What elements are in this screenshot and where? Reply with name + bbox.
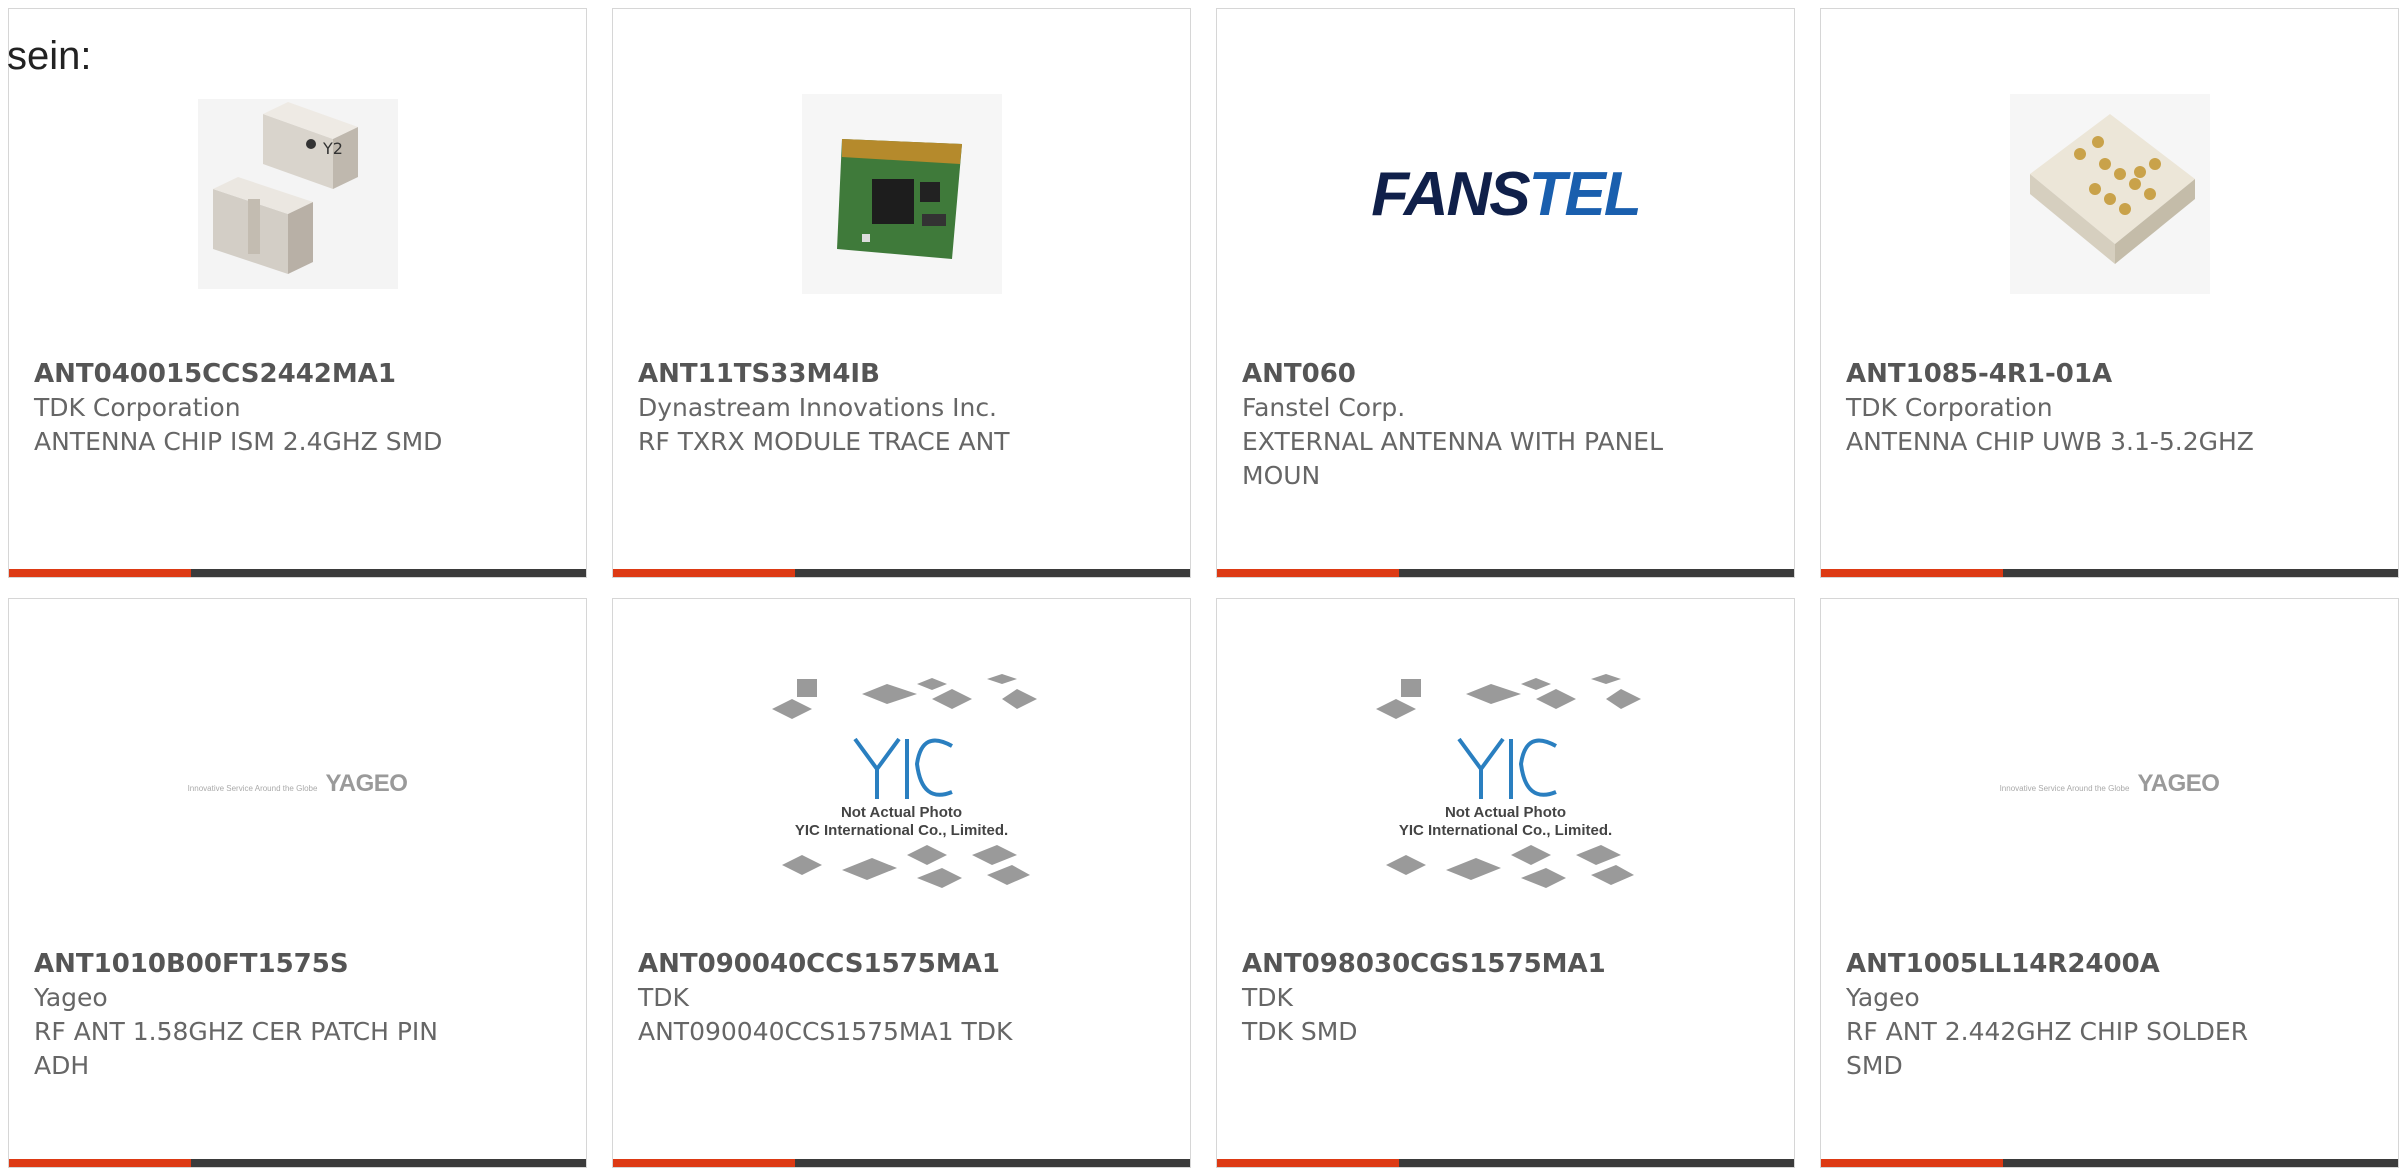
product-card[interactable]: Not Actual Photo YIC International Co., …	[1216, 598, 1795, 1168]
description: RF ANT 1.58GHZ CER PATCH PIN ADH	[34, 1017, 438, 1080]
product-image	[613, 69, 1190, 319]
product-card[interactable]: ANT11TS33M4IB Dynastream Innovations Inc…	[612, 8, 1191, 578]
yic-placeholder-image: Not Actual Photo YIC International Co., …	[767, 673, 1037, 895]
manufacturer: Yageo	[1846, 983, 1920, 1012]
yageo-logo: Innovative Service Around the Globe YAGE…	[1999, 770, 2220, 797]
intro-text: sein:	[7, 34, 92, 78]
yageo-logo: Innovative Service Around the Globe YAGE…	[187, 770, 408, 797]
part-number[interactable]: ANT11TS33M4IB	[638, 357, 1170, 391]
part-number[interactable]: ANT040015CCS2442MA1	[34, 357, 566, 391]
manufacturer: Fanstel Corp.	[1242, 393, 1406, 422]
fanstel-logo: FANSTEL	[1371, 159, 1641, 229]
card-bar	[1217, 1159, 1794, 1167]
card-bar	[1821, 569, 2398, 577]
product-card[interactable]: Innovative Service Around the Globe YAGE…	[1820, 598, 2399, 1168]
product-image: Y2	[9, 69, 586, 319]
manufacturer: Dynastream Innovations Inc.	[638, 393, 998, 422]
yic-placeholder-image: Not Actual Photo YIC International Co., …	[1371, 673, 1641, 895]
product-image	[1821, 69, 2398, 319]
card-bar	[613, 569, 1190, 577]
description: EXTERNAL ANTENNA WITH PANEL MOUN	[1242, 427, 1664, 490]
description: ANTENNA CHIP ISM 2.4GHZ SMD	[34, 427, 443, 456]
manufacturer: Yageo	[34, 983, 108, 1012]
part-number[interactable]: ANT1010B00FT1575S	[34, 947, 566, 981]
card-bar	[1217, 569, 1794, 577]
product-image: Innovative Service Around the Globe YAGE…	[1821, 659, 2398, 909]
product-image: FANSTEL	[1217, 69, 1794, 319]
card-bar	[9, 569, 586, 577]
product-card[interactable]: Not Actual Photo YIC International Co., …	[612, 598, 1191, 1168]
product-card[interactable]: Innovative Service Around the Globe YAGE…	[8, 598, 587, 1168]
part-number[interactable]: ANT1085-4R1-01A	[1846, 357, 2378, 391]
description: ANTENNA CHIP UWB 3.1-5.2GHZ	[1846, 427, 2254, 456]
part-number[interactable]: ANT090040CCS1575MA1	[638, 947, 1170, 981]
manufacturer: TDK	[638, 983, 689, 1012]
part-number[interactable]: ANT1005LL14R2400A	[1846, 947, 2378, 981]
manufacturer: TDK Corporation	[1846, 393, 2053, 422]
description: ANT090040CCS1575MA1 TDK	[638, 1017, 1013, 1046]
product-card[interactable]: ANT1085-4R1-01A TDK Corporation ANTENNA …	[1820, 8, 2399, 578]
part-number[interactable]: ANT098030CGS1575MA1	[1242, 947, 1774, 981]
manufacturer: TDK	[1242, 983, 1293, 1012]
card-bar	[9, 1159, 586, 1167]
product-card[interactable]: Y2 ANT040015CCS2442MA1 TDK Corporation A…	[8, 8, 587, 578]
product-image: Innovative Service Around the Globe YAGE…	[9, 659, 586, 909]
description: RF ANT 2.442GHZ CHIP SOLDER SMD	[1846, 1017, 2249, 1080]
product-image: Not Actual Photo YIC International Co., …	[1217, 659, 1794, 909]
card-bar	[613, 1159, 1190, 1167]
svg-text:Y2: Y2	[322, 139, 343, 158]
description: TDK SMD	[1242, 1017, 1358, 1046]
product-card[interactable]: FANSTEL ANT060 Fanstel Corp. EXTERNAL AN…	[1216, 8, 1795, 578]
description: RF TXRX MODULE TRACE ANT	[638, 427, 1010, 456]
card-bar	[1821, 1159, 2398, 1167]
part-number[interactable]: ANT060	[1242, 357, 1774, 391]
manufacturer: TDK Corporation	[34, 393, 241, 422]
product-image: Not Actual Photo YIC International Co., …	[613, 659, 1190, 909]
